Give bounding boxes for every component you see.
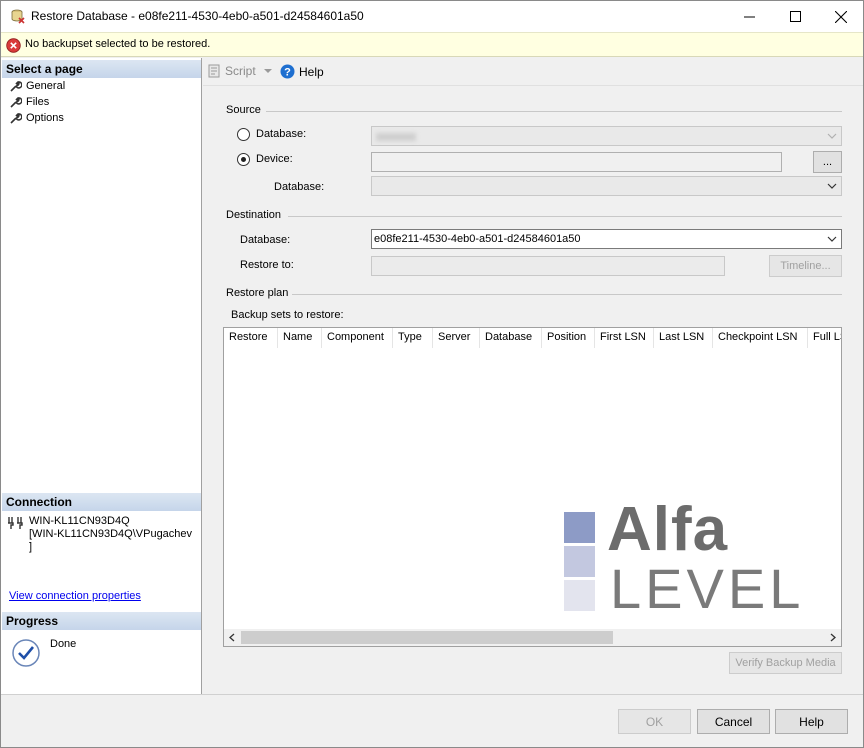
close-button[interactable] — [818, 1, 864, 32]
page-item-files[interactable]: Files — [9, 94, 49, 110]
restore-to-field[interactable] — [371, 256, 725, 276]
title-bar[interactable]: Restore Database - e08fe211-4530-4eb0-a5… — [1, 1, 863, 32]
backup-sets-label: Backup sets to restore: — [231, 309, 344, 321]
error-message: No backupset selected to be restored. — [25, 38, 211, 50]
column-header-checkpoint-lsn[interactable]: Checkpoint LSN — [713, 328, 808, 348]
maximize-button[interactable] — [772, 1, 818, 32]
source-device-field[interactable] — [371, 152, 782, 172]
script-label: Script — [225, 64, 256, 78]
minimize-button[interactable] — [726, 1, 772, 32]
wrench-icon — [10, 112, 22, 124]
destination-divider — [288, 216, 842, 217]
wrench-icon — [10, 80, 22, 92]
page-item-label: General — [26, 80, 66, 92]
toolbar: Script ? Help — [203, 58, 863, 85]
source-device-radio[interactable] — [237, 153, 250, 166]
column-header-last-lsn[interactable]: Last LSN — [654, 328, 713, 348]
horizontal-scrollbar[interactable] — [224, 629, 841, 646]
restore-plan-divider — [292, 294, 842, 295]
chevron-down-icon — [827, 133, 837, 139]
watermark-word-level: LEVEL — [610, 557, 805, 620]
destination-group-label: Destination — [226, 209, 282, 221]
scroll-left-icon[interactable] — [228, 633, 235, 642]
page-item-label: Options — [26, 112, 64, 124]
watermark-word-alfa: Alfa — [607, 495, 729, 564]
help-toolbar-button[interactable]: ? Help — [280, 64, 324, 79]
done-check-icon — [12, 639, 40, 667]
watermark-square-3 — [564, 580, 595, 611]
maximize-icon — [789, 11, 801, 22]
select-page-header: Select a page — [2, 60, 201, 78]
view-connection-properties-link[interactable]: View connection properties — [9, 590, 141, 602]
script-button[interactable]: Script — [207, 64, 272, 78]
left-pane: Select a page General Files Options Conn… — [1, 58, 202, 694]
cancel-button[interactable]: Cancel — [697, 709, 770, 734]
restore-database-window: Restore Database - e08fe211-4530-4eb0-a5… — [0, 0, 864, 748]
dialog-footer: OK Cancel Help — [1, 694, 863, 747]
verify-backup-media-button[interactable]: Verify Backup Media — [729, 652, 842, 674]
window-title: Restore Database - e08fe211-4530-4eb0-a5… — [31, 9, 364, 23]
destination-database-label: Database: — [240, 234, 291, 246]
timeline-button[interactable]: Timeline... — [769, 255, 842, 277]
source-group-label: Source — [226, 104, 261, 116]
svg-text:?: ? — [284, 67, 291, 79]
source-device-database-combo[interactable] — [371, 176, 842, 196]
minimize-icon — [743, 16, 755, 18]
script-icon — [208, 64, 220, 78]
column-header-type[interactable]: Type — [393, 328, 433, 348]
source-database-value-blurred — [376, 133, 416, 141]
chevron-down-icon — [827, 236, 837, 242]
page-item-options[interactable]: Options — [9, 110, 64, 126]
database-restore-icon — [11, 9, 25, 24]
column-header-restore[interactable]: Restore — [224, 328, 278, 348]
destination-database-combo[interactable]: e08fe211-4530-4eb0-a501-d24584601a50 — [371, 229, 842, 249]
connection-header: Connection — [2, 493, 201, 511]
column-header-first-lsn[interactable]: First LSN — [595, 328, 654, 348]
chevron-down-icon — [263, 68, 272, 73]
source-divider — [266, 111, 842, 112]
source-device-database-label: Database: — [274, 181, 325, 193]
scroll-right-icon[interactable] — [830, 633, 837, 642]
help-label: Help — [299, 64, 324, 79]
help-icon: ? — [280, 64, 295, 79]
column-header-position[interactable]: Position — [542, 328, 595, 348]
grid-header: Restore Name Component Type Server Datab… — [224, 328, 841, 348]
page-item-general[interactable]: General — [9, 78, 65, 94]
browse-device-button[interactable]: ... — [813, 151, 842, 173]
watermark-square-2 — [564, 546, 595, 577]
progress-status: Done — [50, 638, 77, 650]
column-header-component[interactable]: Component — [322, 328, 393, 348]
restore-plan-group-label: Restore plan — [226, 287, 289, 299]
message-bar: No backupset selected to be restored. — [1, 32, 863, 57]
source-database-combo[interactable] — [371, 126, 842, 146]
chevron-down-icon — [827, 183, 837, 189]
wrench-icon — [10, 96, 22, 108]
destination-database-value: e08fe211-4530-4eb0-a501-d24584601a50 — [374, 233, 581, 245]
source-database-label: Database: — [256, 128, 307, 140]
connection-icon — [8, 517, 23, 529]
source-database-radio[interactable] — [237, 128, 250, 141]
close-icon — [835, 10, 847, 23]
ok-button[interactable]: OK — [618, 709, 691, 734]
column-header-database[interactable]: Database — [480, 328, 542, 348]
help-button[interactable]: Help — [775, 709, 848, 734]
restore-to-label: Restore to: — [240, 259, 294, 271]
connection-server: WIN-KL11CN93D4Q — [29, 515, 130, 527]
column-header-server[interactable]: Server — [433, 328, 480, 348]
scrollbar-thumb[interactable] — [241, 631, 613, 644]
source-device-label: Device: — [256, 153, 293, 165]
progress-header: Progress — [2, 612, 201, 630]
column-header-full-lsn[interactable]: Full LS — [808, 328, 841, 348]
connection-user: [WIN-KL11CN93D4Q\VPugachev — [29, 528, 193, 540]
toolbar-separator — [203, 85, 863, 86]
watermark-square-1 — [564, 512, 595, 543]
connection-user-end: ] — [29, 541, 33, 553]
column-header-name[interactable]: Name — [278, 328, 322, 348]
error-icon — [6, 38, 21, 53]
page-item-label: Files — [26, 96, 50, 108]
